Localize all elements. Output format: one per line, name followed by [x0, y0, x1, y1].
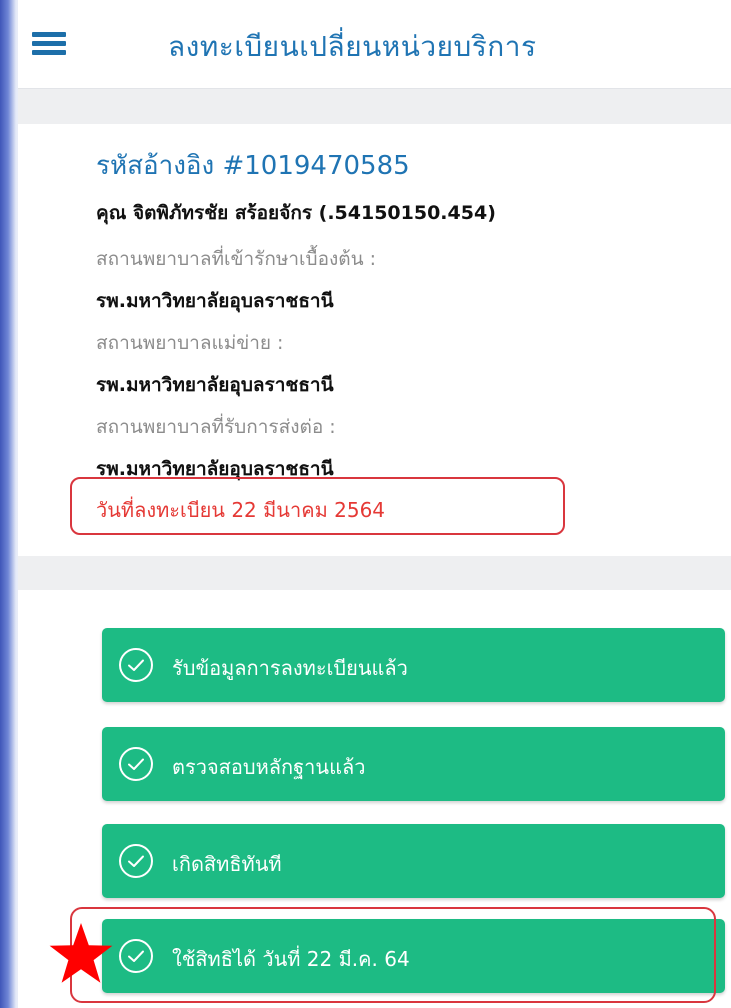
main-hospital-label: สถานพยาบาลแม่ข่าย :: [96, 332, 284, 354]
step-registration-received: รับข้อมูลการลงทะเบียนแล้ว: [102, 628, 725, 702]
primary-hospital-label: สถานพยาบาลที่เข้ารักษาเบื้องต้น :: [96, 248, 377, 270]
check-circle-icon: [119, 648, 153, 682]
member-name: คุณ จิตพิภัทรชัย สร้อยจักร (.54150150.45…: [96, 202, 496, 224]
reference-number: รหัสอ้างอิง #1019470585: [96, 151, 410, 181]
hamburger-menu-icon[interactable]: [32, 30, 66, 58]
referral-hospital-label: สถานพยาบาลที่รับการส่งต่อ :: [96, 416, 336, 438]
step-label: รับข้อมูลการลงทะเบียนแล้ว: [172, 656, 408, 680]
step-label: เกิดสิทธิทันที: [172, 852, 282, 876]
step-label: ตรวจสอบหลักฐานแล้ว: [172, 755, 366, 779]
step-rights-granted: เกิดสิทธิทันที: [102, 824, 725, 898]
red-star-icon: [49, 923, 113, 983]
registration-date: วันที่ลงทะเบียน 22 มีนาคม 2564: [96, 498, 386, 522]
page-title: ลงทะเบียนเปลี่ยนหน่วยบริการ: [168, 30, 537, 63]
step-evidence-verified: ตรวจสอบหลักฐานแล้ว: [102, 727, 725, 801]
primary-hospital-value: รพ.มหาวิทยาลัยอุบลราชธานี: [96, 290, 334, 312]
app-header: ลงทะเบียนเปลี่ยนหน่วยบริการ: [18, 0, 731, 89]
usable-date-highlight: [70, 907, 716, 1003]
check-circle-icon: [119, 747, 153, 781]
app-screen: ลงทะเบียนเปลี่ยนหน่วยบริการ รหัสอ้างอิง …: [18, 0, 731, 1008]
check-circle-icon: [119, 844, 153, 878]
main-hospital-value: รพ.มหาวิทยาลัยอุบลราชธานี: [96, 374, 334, 396]
